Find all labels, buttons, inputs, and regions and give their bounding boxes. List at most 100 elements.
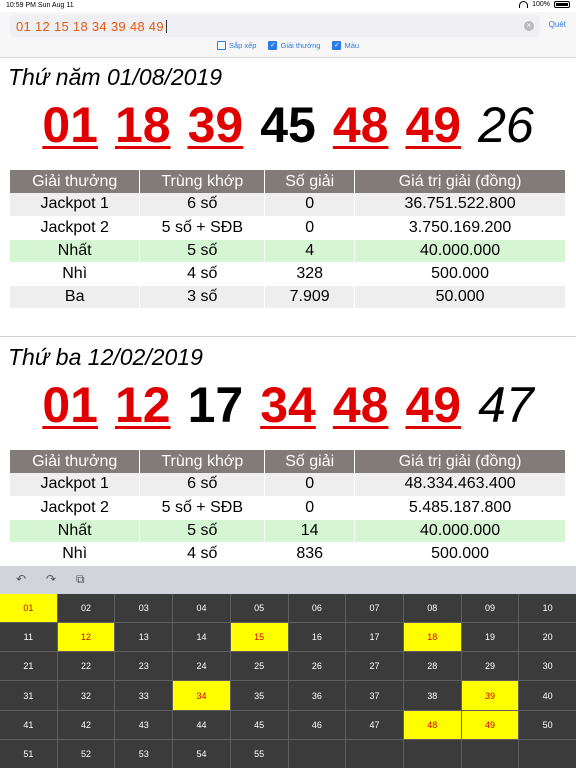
prize-table: Giải thưởng Trùng khớp Số giải Giá trị g… [10,170,566,309]
number-key-52[interactable]: 52 [57,739,115,768]
number-key-39[interactable]: 39 [461,681,519,710]
clear-icon[interactable]: × [524,21,534,31]
number-key-02[interactable]: 02 [57,594,115,623]
cell-match: 5 số + SĐB [139,496,266,520]
table-row: Ba 3 số 7.909 50.000 [10,285,566,309]
number-key-44[interactable]: 44 [173,710,230,739]
number-key-23[interactable]: 23 [115,652,173,681]
number-key-05[interactable]: 05 [230,594,288,623]
number-key-22[interactable]: 22 [57,652,115,681]
cell-prize: Nhì [10,542,141,566]
color-label: Màu [344,41,360,50]
number-key-26[interactable]: 26 [288,652,346,681]
prize-table-header: Giải thưởng Trùng khớp Số giải Giá trị g… [10,170,566,193]
number-key-38[interactable]: 38 [403,681,461,710]
status-time: 10:59 PM Sun Aug 11 [6,2,74,9]
number-key-18[interactable]: 18 [403,623,461,652]
number-key-06[interactable]: 06 [288,594,346,623]
number-key-48[interactable]: 48 [403,710,461,739]
undo-icon[interactable]: ↶ [16,572,26,586]
option-sort[interactable]: Sắp xếp [216,41,257,50]
number-key-42[interactable]: 42 [57,710,115,739]
prizes-label: Giải thưởng [280,41,321,50]
ball-1: 01 [42,377,98,433]
cell-match: 4 số [139,542,266,566]
ball-4: 45 [260,97,316,153]
number-key-47[interactable]: 47 [346,710,403,739]
number-key-49[interactable]: 49 [461,710,519,739]
number-key-10[interactable]: 10 [519,594,576,623]
option-color[interactable]: ✓ Màu [332,41,359,50]
number-key-20[interactable]: 20 [519,623,576,652]
number-key-54[interactable]: 54 [173,739,230,768]
number-key-17[interactable]: 17 [346,623,403,652]
cell-match: 6 số [139,473,266,497]
search-input[interactable]: 01 12 15 18 34 39 48 49 [16,19,167,34]
ball-5: 48 [332,97,389,153]
number-key-27[interactable]: 27 [346,652,403,681]
number-key-04[interactable]: 04 [173,594,230,623]
cell-value: 50.000 [354,285,566,309]
redo-icon[interactable]: ↷ [46,572,56,586]
copy-icon[interactable]: ⧉ [76,572,85,587]
number-key-40[interactable]: 40 [519,681,576,710]
number-key-30[interactable]: 30 [519,652,576,681]
prize-table: Giải thưởng Trùng khớp Số giải Giá trị g… [10,450,566,566]
number-key-35[interactable]: 35 [230,681,288,710]
number-key-03[interactable]: 03 [115,594,173,623]
number-key-31[interactable]: 31 [0,681,57,710]
number-key-37[interactable]: 37 [346,681,403,710]
number-key-24[interactable]: 24 [173,652,230,681]
table-row: Jackpot 16 số 0 48.334.463.400 [10,473,566,497]
number-key-55[interactable]: 55 [230,739,288,768]
number-key-51[interactable]: 51 [0,739,57,768]
number-key-43[interactable]: 43 [115,710,173,739]
input-toolbar: ↶ ↷ ⧉ [0,566,576,594]
cell-count: 4 [264,239,356,263]
color-checkbox[interactable]: ✓ [332,41,342,50]
divider [0,336,576,337]
number-key-19[interactable]: 19 [461,623,519,652]
search-field[interactable]: 01 12 15 18 34 39 48 49 × [10,15,540,37]
number-key-53[interactable]: 53 [115,739,173,768]
number-key-11[interactable]: 11 [0,623,57,652]
number-key-46[interactable]: 46 [288,710,346,739]
ball-6: 49 [405,377,462,433]
results-list[interactable]: Thứ năm 01/08/2019 01 18 39 45 48 49 26 … [0,58,576,566]
number-key-13[interactable]: 13 [115,623,173,652]
number-key-41[interactable]: 41 [0,710,57,739]
sort-label: Sắp xếp [228,41,257,50]
number-key-25[interactable]: 25 [230,652,288,681]
number-key-45[interactable]: 45 [230,710,288,739]
cell-count: 836 [264,542,356,566]
number-key-08[interactable]: 08 [403,594,461,623]
cell-value: 3.750.169.200 [354,216,566,240]
number-key-12[interactable]: 12 [57,623,115,652]
number-key-09[interactable]: 09 [461,594,519,623]
prizes-checkbox[interactable]: ✓ [268,41,278,50]
number-key-29[interactable]: 29 [461,652,519,681]
number-key-32[interactable]: 32 [57,681,115,710]
draw-date: Thứ ba 12/02/2019 [8,344,203,370]
sort-checkbox[interactable] [216,41,226,50]
number-key-33[interactable]: 33 [115,681,173,710]
table-row: Nhất 5 số 14 40.000.000 [10,519,566,543]
number-key-07[interactable]: 07 [346,594,403,623]
number-key-01[interactable]: 01 [0,594,57,623]
number-key-34[interactable]: 34 [173,681,230,710]
option-prizes[interactable]: ✓ Giải thưởng [268,41,320,50]
cell-prize: Jackpot 1 [10,193,141,217]
number-key-28[interactable]: 28 [403,652,461,681]
draw-date: Thứ năm 01/08/2019 [8,64,223,90]
number-key-16[interactable]: 16 [288,623,346,652]
table-row: Jackpot 25 số + SĐB 0 5.485.187.800 [10,496,566,520]
header-match: Trùng khớp [139,450,266,473]
header-prize: Giải thưởng [10,170,141,193]
empty-key [519,739,576,768]
scan-button[interactable]: Quét [549,20,566,29]
number-key-14[interactable]: 14 [173,623,230,652]
number-key-21[interactable]: 21 [0,652,57,681]
number-key-15[interactable]: 15 [230,623,288,652]
number-key-36[interactable]: 36 [288,681,346,710]
number-key-50[interactable]: 50 [519,710,576,739]
